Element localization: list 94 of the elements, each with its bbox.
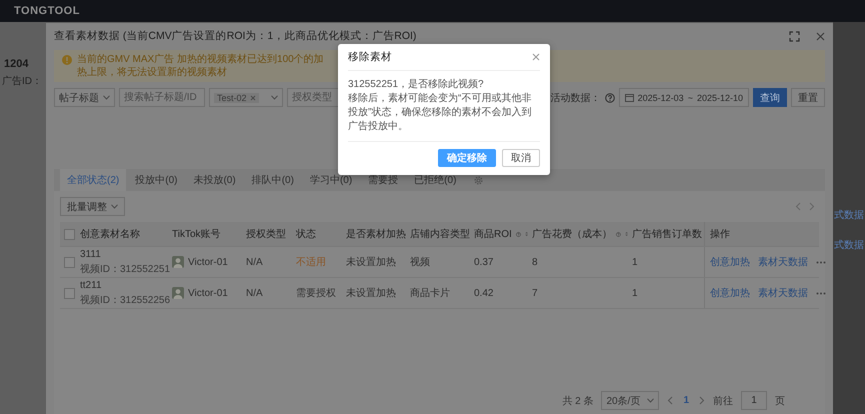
- more-icon[interactable]: [816, 260, 826, 264]
- caret-icon: [111, 204, 118, 209]
- dialog-message: 312552251，是否移除此视频?: [348, 78, 485, 92]
- previous-page-icon[interactable]: [667, 396, 674, 405]
- search-field[interactable]: 搜索帖子标题/ID: [119, 88, 205, 107]
- table-cell: 7: [532, 288, 538, 298]
- close-icon[interactable]: [532, 53, 540, 61]
- column-header: 授权类型: [246, 228, 286, 241]
- table-cell: 8: [532, 256, 538, 268]
- help-icon: [616, 230, 621, 238]
- settings-icon[interactable]: [473, 174, 484, 186]
- column-header: 店铺内容类型: [410, 228, 470, 241]
- column-header: 广告花费（成本）: [532, 228, 612, 241]
- checkbox[interactable]: [64, 228, 75, 240]
- table-cell: Victor-01: [188, 288, 228, 298]
- table-cell: Victor-01: [188, 256, 228, 268]
- table-cell: 0.37: [474, 256, 494, 268]
- table-cell-text: 商品卡片: [410, 286, 450, 300]
- help-icon: [516, 230, 521, 238]
- material-name: tt211: [80, 280, 102, 290]
- date-range-field[interactable]: 2025-12-03 ~ 2025-12-10: [618, 88, 749, 107]
- avatar-icon: [172, 287, 184, 299]
- column-header: 商品ROI: [474, 228, 512, 241]
- chevron-right-icon[interactable]: [809, 202, 815, 211]
- table-cell: N/A: [246, 256, 263, 268]
- table-cell: 0.42: [474, 288, 494, 298]
- material-name: 3111: [80, 248, 101, 260]
- status-text: 不适用: [296, 256, 326, 269]
- cancel-button[interactable]: 取消: [502, 149, 540, 167]
- account-select[interactable]: Test-02: [209, 88, 283, 107]
- page-heading: 1204: [4, 58, 30, 70]
- help-icon: [604, 92, 615, 102]
- close-icon[interactable]: [250, 94, 256, 100]
- more-icon[interactable]: [816, 292, 826, 294]
- logo[interactable]: TONGTOOL: [14, 5, 80, 17]
- page-size-select[interactable]: 20条/页: [601, 391, 660, 410]
- column-header: 广告销售订单数: [632, 228, 702, 241]
- total-count: 共 2 条: [562, 394, 594, 408]
- calendar-icon: [624, 93, 634, 102]
- status-tab[interactable]: 全部状态(2): [60, 169, 126, 191]
- table-cell: N/A: [246, 288, 263, 298]
- table-link[interactable]: 式数据: [834, 208, 865, 222]
- caret-icon: [103, 95, 110, 100]
- action-link[interactable]: 素材天数据: [758, 286, 808, 300]
- status-tab[interactable]: 学习中(0): [302, 169, 360, 191]
- video-id: 视频ID：312552251: [80, 262, 170, 276]
- table-cell-text: 视频: [410, 256, 430, 269]
- dialog-message: 移除后，素材可能会变为“不可用或其他非投放”状态，确保您移除的素材不会加入到广告投放中。: [348, 92, 532, 134]
- column-header: 操作: [710, 228, 730, 241]
- account-tag: Test-02: [214, 92, 259, 102]
- table-cell-text: 未设置加热: [346, 286, 396, 300]
- chevron-left-icon[interactable]: [795, 202, 801, 211]
- status-tab[interactable]: 投放中(0): [128, 169, 184, 191]
- page-number[interactable]: 1: [681, 395, 691, 406]
- video-id: 视频ID：312552256: [80, 294, 170, 306]
- dialog-title: 移除素材: [348, 50, 392, 64]
- caret-icon: [647, 398, 654, 403]
- title-select[interactable]: 帖子标题: [54, 88, 115, 107]
- column-header: 创意素材名称: [80, 228, 140, 241]
- column-header: 状态: [296, 228, 316, 241]
- fullscreen-icon[interactable]: [789, 30, 800, 42]
- action-link[interactable]: 素材天数据: [758, 255, 808, 269]
- next-page-icon[interactable]: [699, 396, 705, 405]
- status-tab[interactable]: 已拒绝(0): [407, 169, 464, 191]
- table-cell: 1: [632, 256, 638, 268]
- auth-type-field[interactable]: 授权类型: [287, 88, 339, 107]
- close-icon[interactable]: [816, 32, 825, 40]
- warning-text: 当前的GMV MAX广告 加热的视频素材已达到100个的加热上限，将无法设置新的视频素材: [77, 53, 325, 79]
- status-text: 需要授权: [296, 286, 336, 300]
- checkbox[interactable]: [64, 256, 75, 268]
- status-tab[interactable]: 需要授: [361, 169, 406, 191]
- batch-adjust-button[interactable]: 批量调整: [60, 197, 125, 216]
- column-header: TikTok账号: [172, 228, 221, 241]
- goto-label: 前往: [713, 394, 733, 408]
- page-input[interactable]: 1: [741, 391, 767, 410]
- warning-icon: [62, 55, 72, 65]
- action-link[interactable]: 创意加热: [710, 255, 750, 269]
- status-tab[interactable]: 未投放(0): [186, 169, 243, 191]
- column-header: 是否素材加热: [346, 228, 406, 241]
- status-tab[interactable]: 排队中(0): [244, 169, 301, 191]
- table-cell: 1: [632, 288, 638, 298]
- table-cell-text: 未设置加热: [346, 256, 396, 269]
- query-button[interactable]: 查询: [753, 88, 787, 107]
- action-link[interactable]: 创意加热: [710, 286, 750, 300]
- caret-icon: [271, 95, 278, 100]
- date-label: 活动数据：: [550, 92, 601, 104]
- confirm-button[interactable]: 确定移除: [438, 149, 496, 167]
- modal-title: 查看素材数据 (当前CMV广告设置的ROI为：1，此商品优化模式：广告ROI): [54, 29, 416, 43]
- checkbox[interactable]: [64, 288, 75, 298]
- field-label: 广告ID：: [2, 74, 43, 88]
- reset-button[interactable]: 重置: [791, 88, 825, 107]
- page-unit: 页: [775, 394, 785, 408]
- table-link[interactable]: 式数据: [834, 238, 865, 252]
- avatar-icon: [172, 256, 184, 268]
